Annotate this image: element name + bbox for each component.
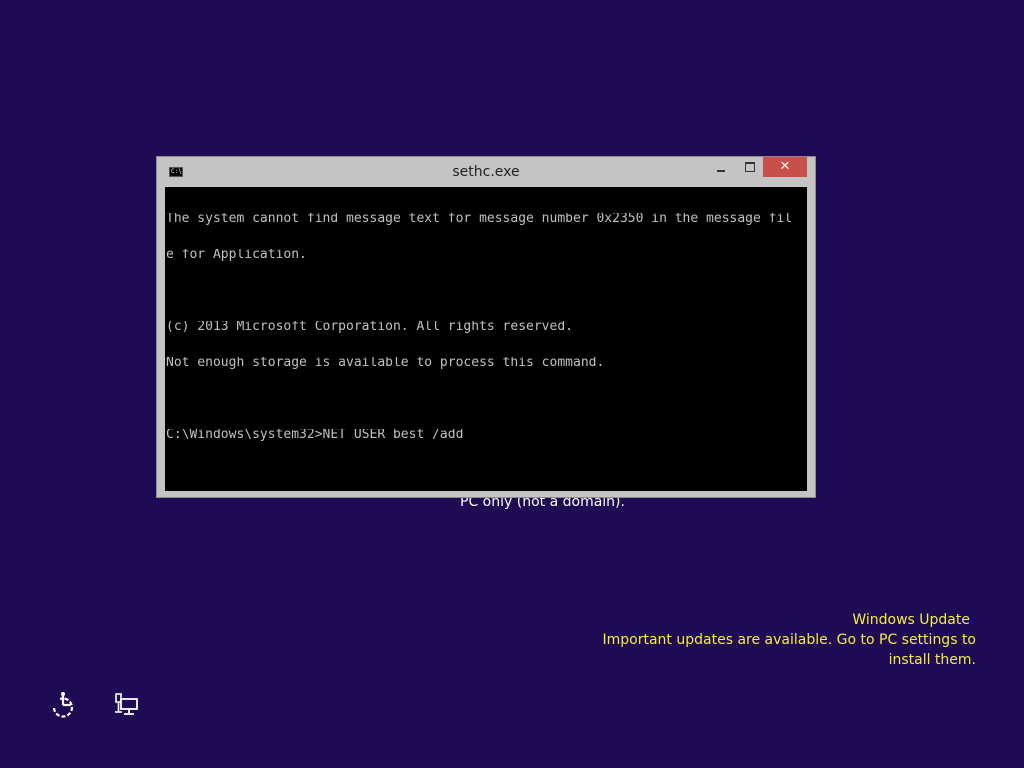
notification-body-line: install them. [888, 652, 976, 668]
console-line: Not enough storage is available to proce… [166, 357, 605, 369]
lock-screen: PC only (not a domain). C:\ sethc.exe ✕ … [0, 0, 1024, 768]
console-output[interactable]: The system cannot find message text for … [165, 187, 807, 491]
console-line: e for Application. [166, 249, 307, 261]
console-line: The system cannot find message text for … [166, 213, 793, 225]
maximize-button[interactable] [737, 157, 763, 177]
windows-update-notification[interactable]: Windows Update Important updates are ava… [596, 610, 976, 670]
notification-title: Windows Update [852, 612, 970, 628]
close-button[interactable]: ✕ [763, 157, 807, 177]
network-icon [115, 693, 138, 715]
minimize-button[interactable] [709, 157, 735, 177]
console-line: (c) 2013 Microsoft Corporation. All righ… [166, 321, 573, 333]
console-window[interactable]: C:\ sethc.exe ✕ The system cannot find m… [156, 156, 816, 498]
ease-of-access-icon [52, 692, 74, 718]
ease-of-access-button[interactable] [46, 690, 80, 722]
console-prompt-line[interactable]: C:\Windows\system32>NET USER best /add [166, 429, 807, 441]
close-icon: ✕ [779, 159, 791, 174]
notification-body-line: Important updates are available. Go to P… [602, 632, 976, 648]
title-bar[interactable]: C:\ sethc.exe ✕ [157, 157, 815, 187]
network-button[interactable] [110, 690, 144, 722]
